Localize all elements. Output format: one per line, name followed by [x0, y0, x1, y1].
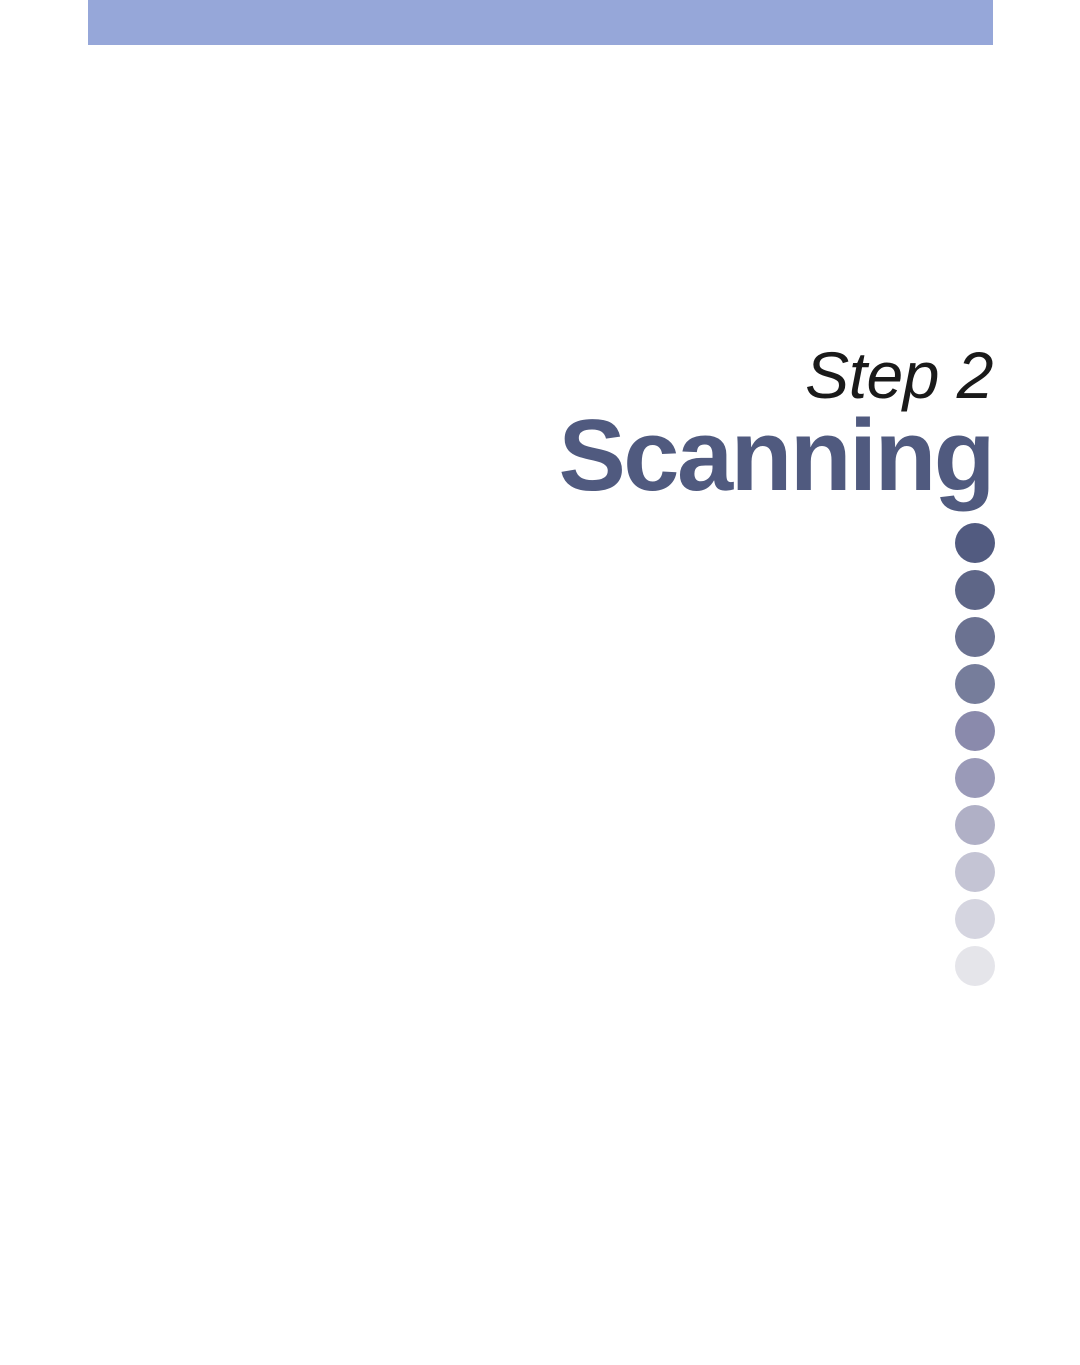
gradient-dot — [955, 899, 995, 939]
gradient-dot-column — [955, 523, 995, 986]
gradient-dot — [955, 946, 995, 986]
gradient-dot — [955, 664, 995, 704]
gradient-dot — [955, 617, 995, 657]
gradient-dot — [955, 805, 995, 845]
gradient-dot — [955, 852, 995, 892]
document-page: Step 2 Scanning — [0, 0, 1080, 1365]
section-title: Scanning — [558, 400, 995, 512]
top-banner-bar — [88, 0, 993, 45]
gradient-dot — [955, 758, 995, 798]
title-block: Step 2 Scanning — [293, 340, 995, 512]
gradient-dot — [955, 570, 995, 610]
gradient-dot — [955, 523, 995, 563]
gradient-dot — [955, 711, 995, 751]
